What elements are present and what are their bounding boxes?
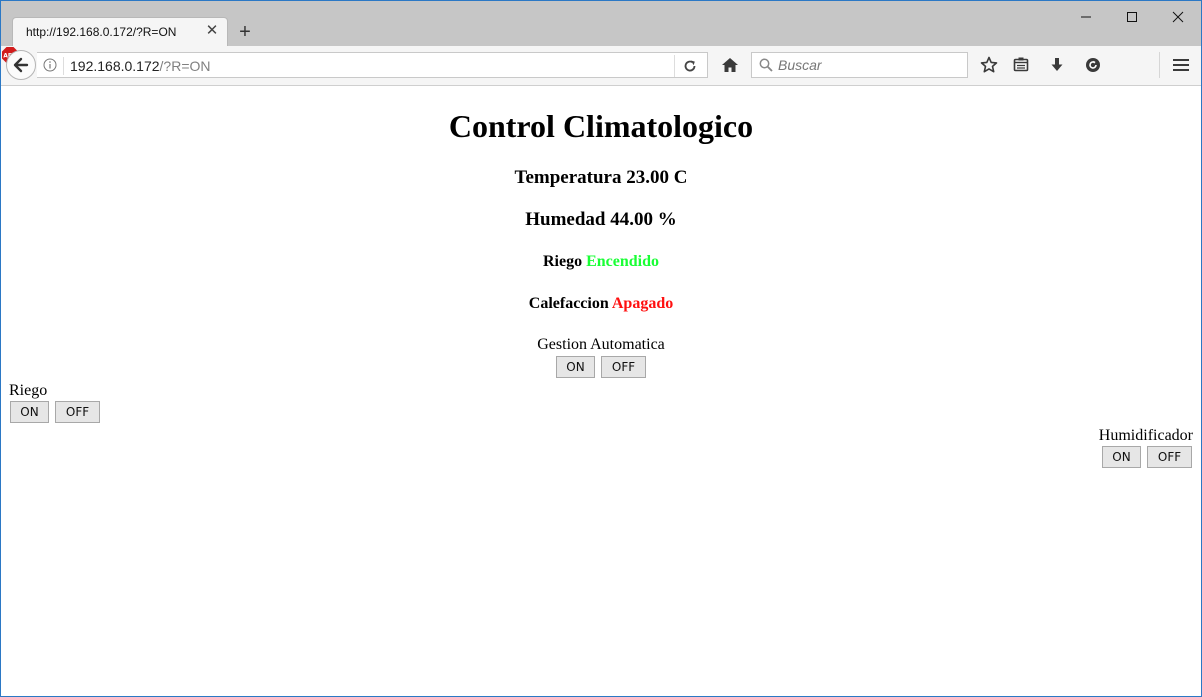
page-content: Control Climatologico Temperatura 23.00 … [1,86,1201,696]
humidity-reading: Humedad 44.00 % [525,209,677,230]
riego-on-button[interactable]: ON [10,401,49,423]
url-host: 192.168.0.172 [70,58,160,74]
hamburger-menu-icon[interactable] [1172,56,1190,74]
home-icon[interactable] [721,57,739,73]
url-bar[interactable]: 192.168.0.172/?R=ON [37,52,708,78]
riego-status: Riego Encendido [1,253,1201,271]
url-separator [63,57,64,75]
reload-icon[interactable] [682,58,698,74]
page-title: Control Climatologico [448,108,754,144]
browser-window: http://192.168.0.172/?R=ON ✕ + 192.168.0… [0,0,1202,697]
window-close-icon[interactable] [1155,1,1201,33]
humidificador-off-button[interactable]: OFF [1147,446,1192,468]
back-icon[interactable] [6,50,36,80]
minimize-icon[interactable] [1063,1,1109,33]
reload-separator [674,55,675,77]
riego-control-label: Riego [9,382,48,399]
calefaccion-status: Calefaccion Apagado [1,295,1201,313]
info-icon[interactable] [43,58,57,72]
search-bar[interactable] [751,52,968,78]
gestion-on-button[interactable]: ON [556,356,595,378]
search-input[interactable] [778,55,963,75]
humidificador-on-button[interactable]: ON [1102,446,1141,468]
maximize-icon[interactable] [1109,1,1155,33]
riego-status-value: Encendido [586,253,660,270]
search-icon [759,58,773,72]
url-text[interactable]: 192.168.0.172/?R=ON [70,58,211,74]
calefaccion-status-label: Calefaccion [528,295,609,312]
tab-title: http://192.168.0.172/?R=ON [26,25,177,39]
close-icon[interactable]: ✕ [203,22,221,40]
calefaccion-status-value: Apagado [611,295,674,312]
temperature-reading: Temperatura 23.00 C [514,167,688,188]
gestion-off-button[interactable]: OFF [601,356,646,378]
humidificador-label: Humidificador [1098,427,1193,444]
riego-off-button[interactable]: OFF [55,401,100,423]
bookmarks-list-icon[interactable] [1012,56,1030,74]
bookmark-star-icon[interactable] [980,56,998,74]
history-icon[interactable] [1084,56,1102,74]
riego-status-label: Riego [542,253,583,270]
url-path: /?R=ON [159,58,211,74]
new-tab-icon[interactable]: + [235,21,255,43]
tab-active[interactable]: http://192.168.0.172/?R=ON ✕ [13,18,227,47]
navigation-bar: 192.168.0.172/?R=ON ABP [1,46,1201,86]
download-icon[interactable] [1048,56,1066,74]
tab-strip: http://192.168.0.172/?R=ON ✕ + [1,1,1201,47]
gestion-label: Gestion Automatica [537,336,665,353]
menu-separator [1159,52,1160,78]
